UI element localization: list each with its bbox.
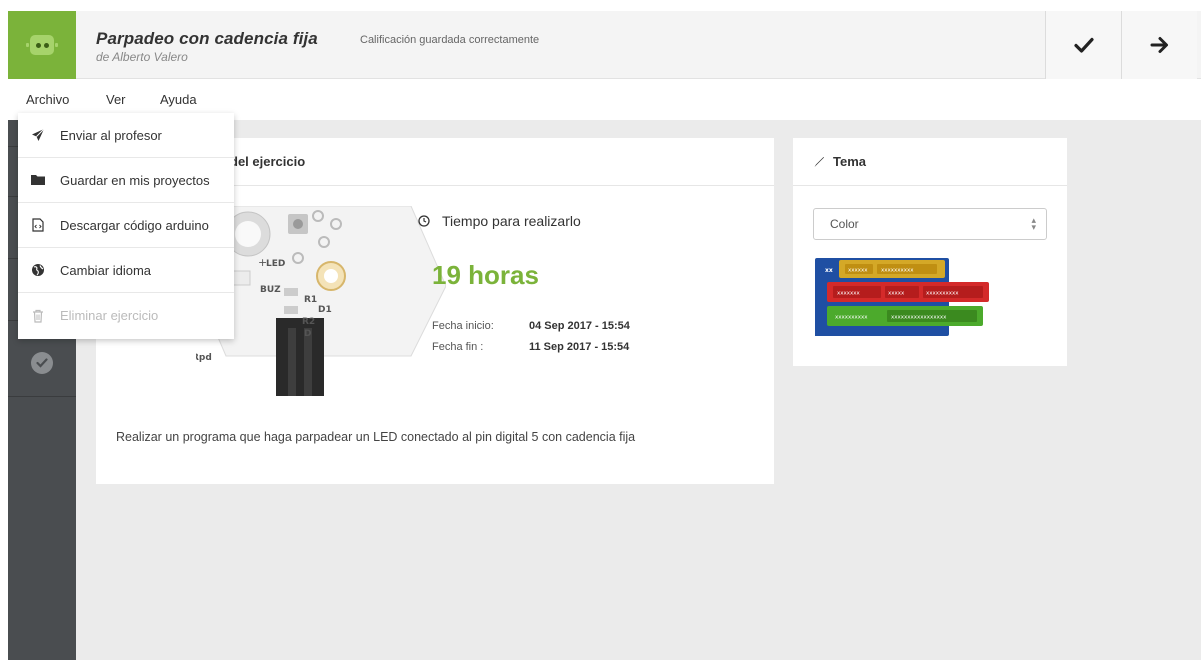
- block-yellow-text-1: xxxxxx: [848, 268, 868, 274]
- block-yellow-text-2: xxxxxxxxxx: [881, 268, 914, 274]
- time-heading: Tiempo para realizarlo: [418, 213, 581, 229]
- theme-select[interactable]: Color ▴ ▾: [813, 208, 1047, 240]
- trash-icon: [30, 308, 46, 324]
- board-label-r1: R1: [304, 295, 317, 305]
- globe-icon: [30, 262, 46, 278]
- menu-item-download-code[interactable]: Descargar código arduino: [18, 203, 234, 248]
- start-date-value: 04 Sep 2017 - 15:54: [529, 320, 630, 332]
- board-label-d1: D1: [318, 305, 332, 315]
- status-message: Calificación guardada correctamente: [360, 34, 540, 46]
- time-heading-label: Tiempo para realizarlo: [442, 213, 581, 229]
- menu-item-save-projects-label: Guardar en mis proyectos: [60, 172, 210, 188]
- block-green-text-2: xxxxxxxxxxxxxxxxx: [891, 315, 947, 321]
- next-button[interactable]: [1121, 11, 1197, 79]
- checkmark-icon: [1073, 37, 1094, 53]
- exercise-card-title: del ejercicio: [230, 154, 306, 169]
- menu-ayuda[interactable]: Ayuda: [160, 92, 197, 107]
- block-xx: xx: [825, 267, 833, 274]
- menu-archivo[interactable]: Archivo: [26, 92, 69, 107]
- theme-select-value: Color: [830, 217, 859, 231]
- clock-icon: [418, 215, 430, 227]
- board-label-r2: R2: [302, 317, 315, 327]
- menu-item-change-language[interactable]: Cambiar idioma: [18, 248, 234, 293]
- menu-ver[interactable]: Ver: [106, 92, 126, 107]
- end-date-label: Fecha fin :: [432, 341, 484, 353]
- menu-item-change-language-label: Cambiar idioma: [60, 262, 152, 278]
- board-label-rpd: Rpd: [196, 353, 212, 363]
- menu-item-send-teacher[interactable]: Enviar al profesor: [18, 113, 234, 158]
- end-date-row: Fecha fin : 11 Sep 2017 - 15:54: [432, 341, 629, 353]
- arrow-right-icon: [1150, 37, 1168, 53]
- submit-grade-button[interactable]: [1045, 11, 1121, 79]
- hours-remaining: 19 horas: [432, 260, 539, 290]
- menu-item-delete-exercise[interactable]: Eliminar ejercicio: [18, 293, 234, 338]
- app-logo[interactable]: [8, 11, 76, 79]
- board-label-d: D: [304, 329, 311, 339]
- block-red-text-2: xxxxx: [888, 291, 905, 297]
- block-red-text-3: xxxxxxxxxx: [926, 291, 959, 297]
- folder-icon: [30, 172, 46, 188]
- theme-card-header: Tema: [793, 138, 1067, 186]
- menu-item-download-code-label: Descargar código arduino: [60, 217, 209, 233]
- exercise-description: Realizar un programa que haga parpadear …: [116, 430, 636, 444]
- board-label-led: LED: [266, 259, 285, 269]
- block-red-text-1: xxxxxxx: [837, 291, 861, 297]
- archivo-dropdown-menu: Enviar al profesor Guardar en mis proyec…: [18, 113, 234, 339]
- theme-title: Tema: [833, 154, 866, 169]
- select-caret-icon: ▴ ▾: [1031, 215, 1036, 232]
- robot-logo-icon: [26, 35, 58, 55]
- author-label: de Alberto Valero: [96, 50, 188, 64]
- menu-item-delete-exercise-label: Eliminar ejercicio: [60, 308, 159, 323]
- code-file-icon: [30, 217, 46, 233]
- brush-icon: [814, 156, 824, 167]
- menu-item-save-projects[interactable]: Guardar en mis proyectos: [18, 158, 234, 203]
- end-date-value: 11 Sep 2017 - 15:54: [529, 341, 630, 353]
- block-green-text-1: xxxxxxxxxx: [835, 315, 868, 321]
- board-label-buz: BUZ: [260, 285, 281, 295]
- menu-item-send-teacher-label: Enviar al profesor: [60, 127, 162, 143]
- start-date-row: Fecha inicio: 04 Sep 2017 - 15:54: [432, 320, 630, 332]
- block-preview: xx xxxxxx xxxxxxxxxx xxxxxxx xxxxx xxxxx…: [815, 258, 989, 336]
- exercise-title-block: Parpadeo con cadencia fija de Alberto Va…: [96, 29, 318, 64]
- page-title: Parpadeo con cadencia fija: [96, 29, 318, 48]
- send-icon: [30, 127, 46, 143]
- start-date-label: Fecha inicio:: [432, 320, 494, 332]
- theme-card: Tema Color ▴ ▾ xx xxxxxx xxxxxxxxxx xxxxx…: [793, 138, 1067, 366]
- sidebar-check-icon[interactable]: [31, 352, 53, 374]
